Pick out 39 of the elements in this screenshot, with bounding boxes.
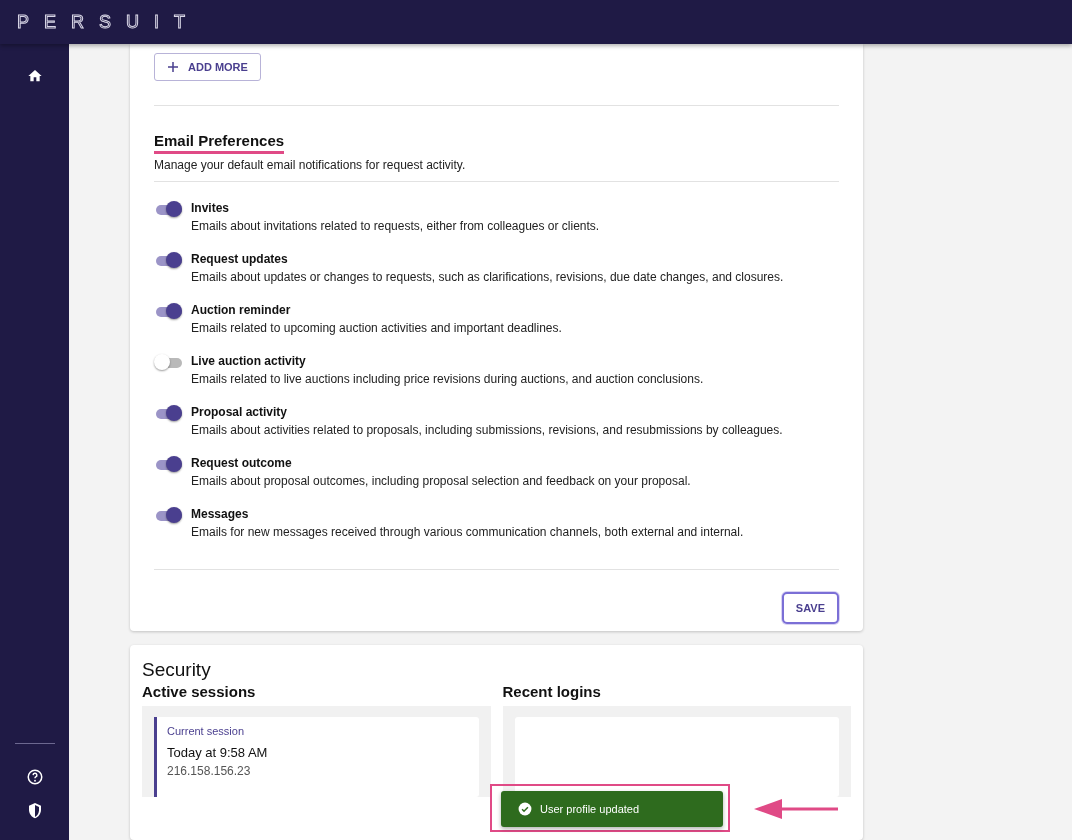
shield-icon[interactable] [26, 802, 43, 820]
session-label: Current session [167, 725, 246, 737]
preference-title: Request outcome [191, 456, 293, 470]
preference-title: Invites [191, 201, 230, 215]
preference-description: Emails for new messages received through various communication channels, both external and internal. [191, 525, 744, 539]
preference-title: Live auction activity [191, 354, 307, 368]
check-circle-icon [518, 802, 532, 816]
toggle-switch[interactable] [154, 405, 182, 423]
preference-description: Emails about activities related to proposals, including submissions, revisions, and resubmissions by colleagues. [191, 423, 783, 437]
toast-message: User profile updated [540, 803, 640, 815]
security-title: Security [142, 659, 212, 681]
toggle-switch[interactable] [154, 201, 182, 219]
toggle-switch[interactable] [154, 303, 182, 321]
plus-icon [167, 61, 179, 73]
preference-description: Emails related to live auctions including price revisions during auctions, and auction conclusions. [191, 372, 704, 386]
preference-description: Emails about updates or changes to requests, such as clarifications, revisions, due date changes, and closures. [191, 270, 784, 284]
save-button[interactable]: SAVE [781, 592, 839, 624]
preference-description: Emails related to upcoming auction activities and important deadlines. [191, 321, 562, 335]
recent-logins-title: Recent logins [502, 683, 602, 700]
section-description: Manage your default email notifications for request activity. [154, 158, 467, 172]
toggle-switch[interactable] [154, 507, 182, 525]
preference-title: Proposal activity [191, 405, 289, 419]
preference-title: Auction reminder [191, 303, 292, 317]
preference-title: Messages [191, 507, 250, 521]
section-title: Email Preferences [154, 132, 285, 154]
add-more-button[interactable]: ADD MORE [154, 53, 261, 81]
session-ip: 216.158.156.23 [167, 764, 252, 778]
help-icon[interactable] [25, 768, 44, 786]
active-sessions-title: Active sessions [142, 683, 257, 700]
session-time: Today at 9:58 AM [167, 745, 269, 760]
brand-logo[interactable]: PERSUIT [17, 11, 200, 33]
home-icon[interactable] [26, 68, 43, 84]
preference-description: Emails about invitations related to requests, either from colleagues or clients. [191, 219, 600, 233]
toggle-switch[interactable] [154, 252, 182, 270]
arrow-icon [754, 797, 838, 821]
preference-description: Emails about proposal outcomes, including proposal selection and feedback on your proposal. [191, 474, 691, 488]
toggle-switch[interactable] [154, 354, 182, 372]
preference-title: Request updates [191, 252, 289, 266]
toggle-switch[interactable] [154, 456, 182, 474]
